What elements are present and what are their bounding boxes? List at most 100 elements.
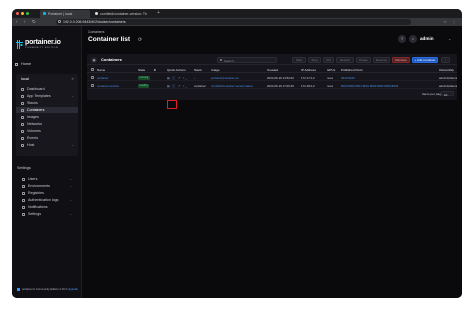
quick-actions[interactable]: ▤ ⓘ ↗ >_ bbox=[167, 76, 188, 80]
image-link[interactable]: cornfield/container-version:latest bbox=[211, 84, 265, 88]
sidebar-item-label: Notifications bbox=[28, 205, 48, 209]
status-badge: healthy bbox=[138, 83, 150, 88]
portainer-logo[interactable]: portainer.io COMMUNITY EDITION bbox=[16, 39, 76, 51]
gpus-cell: none bbox=[327, 84, 334, 88]
search-input[interactable]: Search... bbox=[217, 56, 277, 63]
sidebar-item-notifications[interactable]: Notifications bbox=[12, 204, 74, 210]
sidebar-item-users[interactable]: Users ⌄ bbox=[12, 176, 74, 182]
environments-icon bbox=[22, 184, 25, 188]
quick-actions[interactable]: ▤ ⓘ ↗ >_ bbox=[167, 84, 188, 88]
close-environment-icon[interactable]: ✕ bbox=[71, 77, 74, 81]
container-name-link[interactable]: portainer bbox=[97, 76, 135, 80]
row-checkbox[interactable] bbox=[91, 76, 94, 79]
published-ports-link[interactable]: 9443:9443 bbox=[341, 76, 435, 80]
column-ip-address[interactable]: IP Address bbox=[301, 68, 316, 72]
ownership-cell: administrators bbox=[439, 76, 458, 80]
sidebar-item-containers[interactable]: Containers bbox=[16, 107, 78, 113]
sidebar-item-label: Volumes bbox=[27, 129, 41, 133]
user-menu[interactable]: admin bbox=[420, 36, 434, 41]
sidebar-item-label: Images bbox=[27, 115, 39, 119]
row-checkbox[interactable] bbox=[91, 84, 94, 87]
sidebar-item-environments[interactable]: Environments ⌄ bbox=[12, 183, 74, 189]
items-per-page-select[interactable]: 10 bbox=[441, 91, 454, 97]
sidebar-item-networks[interactable]: Networks bbox=[16, 121, 78, 127]
kill-button[interactable]: Kill bbox=[323, 56, 334, 63]
page-title: Container list bbox=[88, 36, 131, 43]
url-field[interactable]: 192.0.0.206:9443/#!/2/docker/containers bbox=[56, 19, 411, 25]
browser-tab-portainer[interactable]: Portainer | local bbox=[40, 10, 90, 18]
sidebar-item-home[interactable]: Home bbox=[15, 62, 32, 66]
filter-icon[interactable]: ⩩ bbox=[154, 68, 156, 72]
close-window-button[interactable] bbox=[16, 12, 19, 15]
browser-toolbar-icons[interactable]: ☆ ⋮ bbox=[443, 19, 458, 24]
sidebar-item-images[interactable]: Images bbox=[16, 114, 78, 120]
containers-icon: ▣ bbox=[91, 56, 97, 63]
environment-section: local ✕ Dashboard App Templates ⌄ Stacks… bbox=[16, 74, 78, 156]
remove-button[interactable]: Remove bbox=[392, 56, 410, 63]
sidebar-item-volumes[interactable]: Volumes bbox=[16, 128, 78, 134]
container-name-link[interactable]: container-version bbox=[97, 84, 135, 88]
stop-button[interactable]: Stop bbox=[308, 56, 321, 63]
created-cell: 2024-06-19 17:00:45 bbox=[267, 84, 294, 88]
sidebar-item-app-templates[interactable]: App Templates ⌄ bbox=[16, 93, 78, 99]
github-favicon-icon bbox=[95, 12, 98, 15]
sidebar-item-label: Events bbox=[27, 136, 38, 140]
select-all-checkbox[interactable] bbox=[91, 68, 94, 71]
sidebar-item-registries[interactable]: Registries bbox=[12, 190, 74, 196]
refresh-icon[interactable]: ⟳ bbox=[138, 37, 142, 43]
sidebar-item-label: Networks bbox=[27, 122, 42, 126]
gear-icon bbox=[22, 212, 25, 216]
notifications-icon[interactable]: • bbox=[409, 35, 417, 43]
resume-button[interactable]: Resume bbox=[373, 56, 390, 63]
add-container-button[interactable]: + Add container bbox=[412, 56, 438, 63]
url-text: 192.0.0.206:9443/#!/2/docker/containers bbox=[63, 20, 126, 24]
sidebar-item-settings[interactable]: Settings ⌄ bbox=[12, 211, 74, 217]
chevron-down-icon: ⌄ bbox=[69, 198, 72, 202]
lock-icon bbox=[58, 20, 61, 23]
sidebar-item-stacks[interactable]: Stacks bbox=[16, 100, 78, 106]
pause-button[interactable]: Pause bbox=[356, 56, 371, 63]
panel-header: ▣ Containers Search... Start Stop Kill R… bbox=[87, 54, 457, 65]
chevron-down-icon[interactable]: ⌄ bbox=[448, 36, 451, 41]
maximize-window-button[interactable] bbox=[26, 12, 29, 15]
minimize-window-button[interactable] bbox=[21, 12, 24, 15]
sidebar-item-host[interactable]: Host ⌄ bbox=[16, 142, 78, 148]
published-ports-link[interactable]: 8000:8000 8001:8001 8002:8002 8003:8003 bbox=[341, 84, 435, 88]
footer-brand: portainer.io bbox=[22, 288, 36, 292]
tab-label: Portainer | local bbox=[48, 12, 73, 16]
home-icon bbox=[15, 62, 18, 66]
column-gpus[interactable]: GPUs bbox=[327, 68, 335, 72]
reload-button[interactable]: ↻ bbox=[32, 19, 36, 25]
sidebar-item-label: Registries bbox=[28, 191, 44, 195]
sidebar-item-label: Environments bbox=[28, 184, 50, 188]
column-published-ports[interactable]: Published Ports bbox=[341, 68, 363, 72]
column-created[interactable]: Created bbox=[267, 68, 278, 72]
sidebar-item-label: Home bbox=[21, 62, 32, 66]
sidebar-item-authentication-logs[interactable]: Authentication logs ⌄ bbox=[12, 197, 74, 203]
sidebar-item-events[interactable]: Events bbox=[16, 135, 78, 141]
forward-button[interactable]: › bbox=[24, 19, 26, 25]
column-name[interactable]: Name bbox=[97, 68, 105, 72]
host-icon bbox=[21, 143, 24, 147]
main-content: Containers Container list ⟳ ? • admin ⌄ … bbox=[82, 26, 462, 298]
bell-icon bbox=[22, 205, 25, 209]
column-image[interactable]: Image bbox=[211, 68, 220, 72]
browser-tab-github[interactable]: cornfield/container-version: Th bbox=[92, 10, 154, 18]
column-stack[interactable]: Stack bbox=[194, 68, 202, 72]
back-button[interactable]: ‹ bbox=[16, 19, 18, 25]
environment-name: local bbox=[21, 77, 29, 81]
browser-tab-bar: Portainer | local cornfield/container-ve… bbox=[12, 9, 462, 18]
templates-icon bbox=[21, 94, 24, 98]
help-icon[interactable]: ? bbox=[398, 35, 406, 43]
sidebar-item-dashboard[interactable]: Dashboard bbox=[16, 86, 78, 92]
restart-button[interactable]: Restart bbox=[336, 56, 354, 63]
start-button[interactable]: Start bbox=[292, 56, 306, 63]
more-options-icon[interactable]: ⋮ bbox=[441, 56, 450, 63]
column-ownership[interactable]: Ownership bbox=[439, 68, 454, 72]
image-link[interactable]: portainer/portainer-ce bbox=[211, 76, 265, 80]
upgrade-link[interactable]: Upgrade bbox=[68, 288, 78, 291]
column-state[interactable]: State bbox=[138, 68, 145, 72]
settings-section-title: Settings bbox=[17, 166, 31, 170]
sidebar-item-label: Users bbox=[28, 177, 38, 181]
new-tab-button[interactable]: + bbox=[157, 10, 160, 16]
